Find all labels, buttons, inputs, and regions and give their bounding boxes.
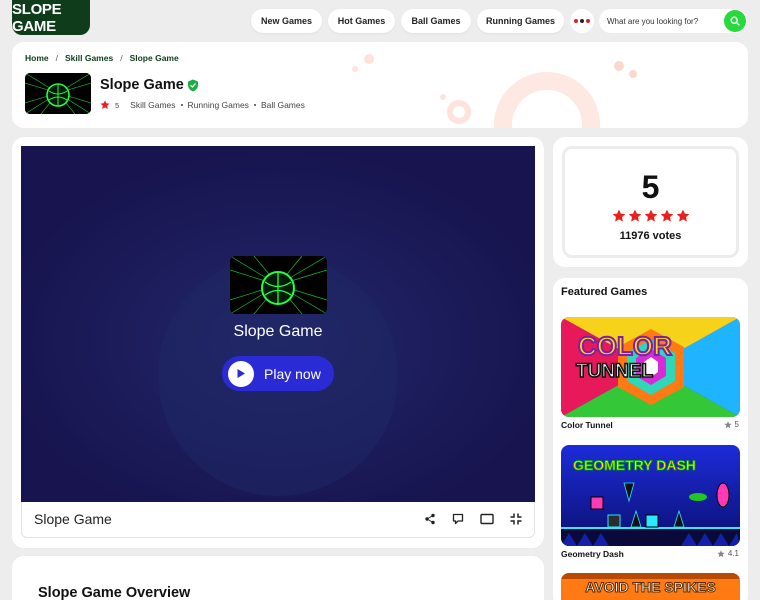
color-tunnel-image: COLOR TUNNEL	[561, 317, 740, 417]
separator-dot	[253, 104, 256, 106]
star-icon[interactable]	[628, 209, 642, 223]
overview-title: Slope Game Overview	[38, 585, 191, 600]
featured-rating-geometry-dash: 4.1	[717, 549, 739, 558]
play-icon	[237, 369, 245, 378]
search-icon	[730, 16, 740, 26]
breadcrumb-home[interactable]: Home	[25, 53, 49, 63]
theater-mode-button[interactable]	[480, 512, 494, 526]
nav-running-games[interactable]: Running Games	[477, 9, 564, 33]
menu-dot-icon	[586, 19, 590, 23]
menu-dot-icon	[574, 19, 578, 23]
featured-name-geometry-dash[interactable]: Geometry Dash	[561, 549, 624, 559]
star-icon	[723, 420, 732, 428]
more-menu-button[interactable]	[570, 9, 594, 33]
game-controls-bar: Slope Game	[21, 502, 535, 538]
play-icon-container	[228, 360, 254, 387]
theater-mode-icon	[480, 513, 494, 525]
decor-circle	[440, 94, 446, 100]
color-tunnel-logo-top: COLOR	[578, 331, 672, 361]
decor-circle	[629, 70, 637, 78]
nav-ball-games[interactable]: Ball Games	[401, 9, 471, 33]
site-logo[interactable]: SLOPE GAME	[12, 0, 90, 35]
category-link-skill[interactable]: Skill Games	[130, 100, 175, 110]
breadcrumb-separator: /	[120, 53, 123, 63]
avoid-the-spikes-logo: AVOID THE SPIKES	[585, 579, 715, 595]
overview-section: Slope Game Overview	[12, 556, 544, 600]
decor-circle	[364, 54, 374, 64]
fullscreen-icon	[510, 513, 522, 525]
breadcrumb-current[interactable]: Slope Game	[130, 53, 179, 63]
menu-dot-icon	[580, 19, 584, 23]
breadcrumb-separator: /	[55, 53, 58, 63]
featured-games-panel: Featured Games COLOR TUNNEL Color Tunnel…	[553, 278, 748, 600]
star-icon[interactable]	[660, 209, 674, 223]
featured-heading: Featured Games	[561, 286, 648, 298]
geometry-dash-image: GEOMETRY DASH	[561, 445, 740, 546]
featured-name-color-tunnel[interactable]: Color Tunnel	[561, 420, 613, 430]
search-input[interactable]	[607, 9, 717, 33]
game-frame-title: Slope Game	[233, 323, 323, 340]
star-icon[interactable]	[612, 209, 626, 223]
play-now-button[interactable]: Play now	[222, 356, 334, 391]
featured-card-avoid-the-spikes[interactable]: AVOID THE SPIKES	[561, 573, 740, 600]
game-frame[interactable]: Slope Game Play now	[21, 146, 535, 502]
featured-card-color-tunnel[interactable]: COLOR TUNNEL	[561, 317, 740, 417]
decor-circle	[352, 66, 358, 72]
decor-ring	[447, 100, 471, 124]
star-icon[interactable]	[644, 209, 658, 223]
breadcrumb-skill-games[interactable]: Skill Games	[65, 53, 113, 63]
star-icon[interactable]	[676, 209, 690, 223]
fullscreen-button[interactable]	[509, 512, 523, 526]
comment-icon	[452, 513, 464, 525]
color-tunnel-logo-bottom: TUNNEL	[576, 361, 653, 382]
search-box	[599, 9, 747, 33]
nav-hot-games[interactable]: Hot Games	[328, 9, 395, 33]
featured-card-geometry-dash[interactable]: GEOMETRY DASH	[561, 445, 740, 546]
rating-card: 5 11976 votes	[553, 137, 748, 267]
breadcrumb: Home / Skill Games / Slope Game	[25, 53, 179, 63]
category-link-ball[interactable]: Ball Games	[261, 100, 305, 110]
separator-dot	[180, 104, 183, 106]
decor-circle	[614, 61, 624, 71]
star-icon	[717, 549, 725, 557]
game-meta: 5 Skill Games Running Games Ball Games	[100, 100, 305, 110]
votes-count: 11976 votes	[619, 230, 682, 242]
play-now-label: Play now	[264, 365, 321, 382]
verified-shield-icon	[188, 79, 198, 92]
rating-value: 5	[641, 169, 660, 205]
game-rating-value: 5	[115, 100, 120, 110]
search-button[interactable]	[724, 10, 746, 32]
comment-button[interactable]	[451, 512, 465, 526]
nav-new-games[interactable]: New Games	[251, 9, 322, 33]
avoid-the-spikes-image: AVOID THE SPIKES	[561, 573, 740, 600]
game-thumbnail	[25, 73, 91, 114]
game-panel: Slope Game Play now Slope Game	[12, 137, 544, 548]
category-link-running[interactable]: Running Games	[188, 100, 249, 110]
decor-ring	[494, 72, 600, 128]
featured-rating-value: 5	[734, 420, 739, 429]
game-bar-title: Slope Game	[34, 511, 112, 527]
geometry-dash-logo: GEOMETRY DASH	[573, 457, 696, 473]
game-title: Slope Game	[100, 77, 184, 93]
featured-rating-value: 4.1	[727, 549, 739, 558]
share-icon	[425, 513, 435, 525]
rating-box: 5 11976 votes	[562, 146, 739, 258]
share-button[interactable]	[423, 512, 437, 526]
rating-stars[interactable]	[565, 209, 736, 223]
game-header-card: Home / Skill Games / Slope Game Slope Ga…	[12, 42, 748, 128]
featured-rating-color-tunnel: 5	[723, 420, 739, 429]
game-preview-image	[230, 256, 327, 314]
star-icon	[100, 100, 110, 109]
